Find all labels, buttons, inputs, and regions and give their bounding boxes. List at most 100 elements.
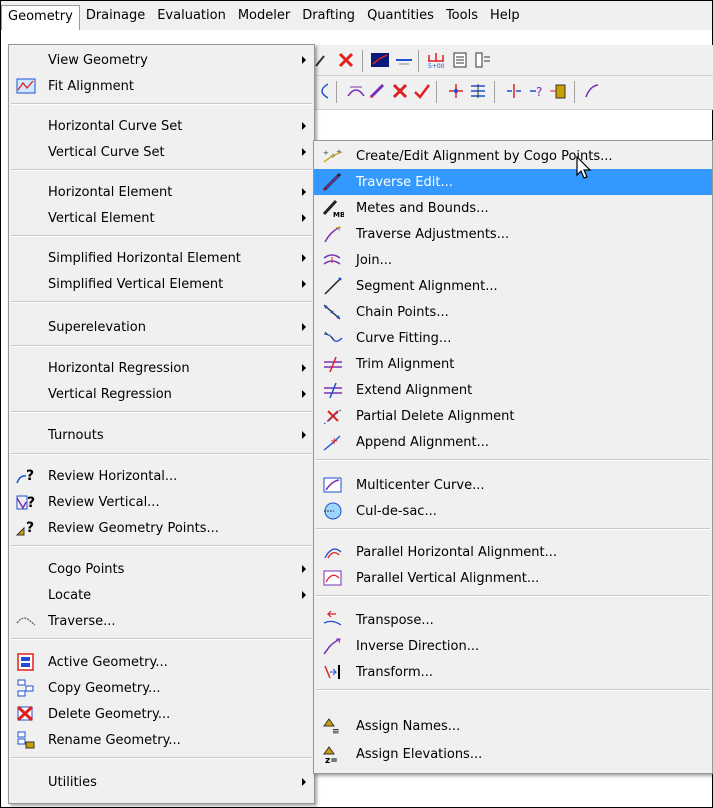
query-point-icon[interactable]: ?: [526, 82, 546, 100]
menu-item-review-geometry-points[interactable]: ? Review Geometry Points...: [9, 515, 314, 541]
delete-line-icon[interactable]: [336, 51, 356, 69]
menu-evaluation[interactable]: Evaluation: [151, 5, 232, 27]
pencil-tool-icon[interactable]: [582, 82, 602, 100]
review-horizontal-icon: ?: [16, 468, 34, 484]
menu-quantities[interactable]: Quantities: [361, 5, 440, 27]
menu-help[interactable]: Help: [484, 5, 526, 27]
active-geometry-icon: [17, 653, 34, 671]
menu-drafting[interactable]: Drafting: [296, 5, 361, 27]
menu-item-label: Horizontal Curve Set: [48, 118, 183, 134]
menu-item-label: Active Geometry...: [48, 654, 168, 670]
menu-item-vertical-element[interactable]: Vertical Element: [9, 205, 314, 231]
submenu-item-parallel-horizontal-alignment[interactable]: Parallel Horizontal Alignment...: [314, 539, 712, 565]
submenu-item-parallel-vertical-alignment[interactable]: Parallel Vertical Alignment...: [314, 565, 712, 591]
menu-item-horizontal-curve-set[interactable]: Horizontal Curve Set: [9, 113, 314, 139]
menu-item-review-horizontal[interactable]: ? Review Horizontal...: [9, 463, 314, 489]
menu-item-locate[interactable]: Locate: [9, 582, 314, 608]
building-tool-icon[interactable]: [548, 82, 568, 100]
align-tool-icon[interactable]: [468, 82, 488, 100]
submenu-item-traverse-adjustments[interactable]: Traverse Adjustments...: [314, 221, 712, 247]
toolbar-separator: [418, 50, 419, 72]
report-list-icon[interactable]: [472, 51, 492, 69]
submenu-item-label: Cul-de-sac...: [356, 503, 437, 519]
submenu-item-extend-alignment[interactable]: Extend Alignment: [314, 377, 712, 403]
split-tool-icon[interactable]: [504, 82, 524, 100]
submenu-item-trim-alignment[interactable]: Trim Alignment: [314, 351, 712, 377]
check-tool-icon[interactable]: [412, 82, 432, 100]
menu-item-vertical-regression[interactable]: Vertical Regression: [9, 381, 314, 407]
curve-set-icon[interactable]: [346, 82, 366, 100]
menu-modeler[interactable]: Modeler: [232, 5, 296, 27]
menu-drainage[interactable]: Drainage: [80, 5, 151, 27]
cogo-points-alignment-icon: + + +: [323, 148, 343, 163]
menu-item-label: Copy Geometry...: [48, 680, 161, 696]
points-tool-icon[interactable]: [446, 82, 466, 100]
menu-item-simplified-vertical-element[interactable]: Simplified Vertical Element: [9, 271, 314, 297]
menu-item-horizontal-regression[interactable]: Horizontal Regression: [9, 355, 314, 381]
menu-item-review-vertical[interactable]: ? Review Vertical...: [9, 489, 314, 515]
submenu-item-multicenter-curve[interactable]: Multicenter Curve...: [314, 472, 712, 498]
submenu-item-join[interactable]: Join...: [314, 247, 712, 273]
trim-alignment-icon: [324, 356, 342, 373]
submenu-item-segment-alignment[interactable]: Segment Alignment...: [314, 273, 712, 299]
copy-geometry-icon: [17, 679, 34, 697]
curve-tool-icon[interactable]: [314, 82, 334, 100]
traverse-adjust-icon: [324, 226, 341, 243]
profile-view-icon[interactable]: [370, 51, 390, 69]
horizontal-element-submenu: + + + Create/Edit Alignment by Cogo Points…: [313, 140, 713, 774]
submenu-arrow-icon: [302, 323, 306, 331]
delete-x-icon[interactable]: [390, 82, 410, 100]
submenu-item-label: Trim Alignment: [356, 356, 455, 372]
submenu-item-label: Chain Points...: [356, 304, 449, 320]
menu-item-vertical-curve-set[interactable]: Vertical Curve Set: [9, 139, 314, 165]
submenu-item-transform[interactable]: Transform...: [314, 659, 712, 685]
delete-geometry-icon: [16, 705, 34, 722]
review-points-icon: ?: [15, 520, 34, 536]
line-style-icon[interactable]: [394, 51, 414, 69]
transpose-icon: [323, 610, 342, 626]
menu-item-active-geometry[interactable]: Active Geometry...: [9, 649, 314, 675]
menu-item-fit-alignment[interactable]: Fit Alignment: [9, 73, 314, 99]
menu-item-rename-geometry[interactable]: Rename Geometry...: [9, 727, 314, 753]
menu-item-copy-geometry[interactable]: Copy Geometry...: [9, 675, 314, 701]
menu-item-delete-geometry[interactable]: Delete Geometry...: [9, 701, 314, 727]
menu-item-turnouts[interactable]: Turnouts: [9, 422, 314, 448]
svg-text:?: ?: [27, 495, 35, 511]
submenu-item-assign-elevations[interactable]: z= Assign Elevations...: [314, 741, 712, 767]
toolbar-separator: [574, 81, 575, 103]
svg-text:+: +: [323, 149, 329, 157]
submenu-item-curve-fitting[interactable]: Curve Fitting...: [314, 325, 712, 351]
submenu-arrow-icon: [302, 778, 306, 786]
submenu-item-chain-points[interactable]: Chain Points...: [314, 299, 712, 325]
menu-geometry[interactable]: Geometry: [1, 5, 80, 30]
submenu-item-cul-de-sac[interactable]: Cul-de-sac...: [314, 498, 712, 524]
submenu-item-metes-and-bounds[interactable]: MB Metes and Bounds...: [314, 195, 712, 221]
submenu-item-label: Extend Alignment: [356, 382, 473, 398]
menu-item-utilities[interactable]: Utilities: [9, 769, 314, 795]
submenu-item-partial-delete-alignment[interactable]: Partial Delete Alignment: [314, 403, 712, 429]
submenu-item-transpose[interactable]: Transpose...: [314, 607, 712, 633]
submenu-item-traverse-edit[interactable]: Traverse Edit...: [314, 169, 712, 195]
parallel-vertical-icon: [323, 570, 342, 586]
menu-separator: [11, 169, 312, 171]
menu-item-superelevation[interactable]: Superelevation: [9, 314, 314, 340]
menu-item-traverse[interactable]: Traverse...: [9, 608, 314, 634]
edit-pen-icon[interactable]: [368, 82, 388, 100]
menu-item-view-geometry[interactable]: View Geometry: [9, 47, 314, 73]
submenu-item-append-alignment[interactable]: + Append Alignment...: [314, 429, 712, 455]
menu-item-horizontal-element[interactable]: Horizontal Element: [9, 179, 314, 205]
draw-tool-icon[interactable]: [314, 51, 334, 69]
menu-separator: [316, 528, 710, 530]
submenu-arrow-icon: [302, 56, 306, 64]
submenu-arrow-icon: [302, 565, 306, 573]
report-icon[interactable]: [450, 51, 470, 69]
menu-separator: [11, 638, 312, 640]
menu-item-simplified-horizontal-element[interactable]: Simplified Horizontal Element: [9, 245, 314, 271]
menu-tools[interactable]: Tools: [440, 5, 484, 27]
submenu-item-assign-names[interactable]: ≡ Assign Names...: [314, 713, 712, 739]
menu-item-cogo-points[interactable]: Cogo Points: [9, 556, 314, 582]
svg-text:+: +: [330, 436, 338, 447]
submenu-item-inverse-direction[interactable]: Inverse Direction...: [314, 633, 712, 659]
submenu-item-create-edit-alignment[interactable]: + + + Create/Edit Alignment by Cogo Points…: [314, 143, 712, 169]
station-label-icon[interactable]: 5+00: [426, 51, 446, 69]
